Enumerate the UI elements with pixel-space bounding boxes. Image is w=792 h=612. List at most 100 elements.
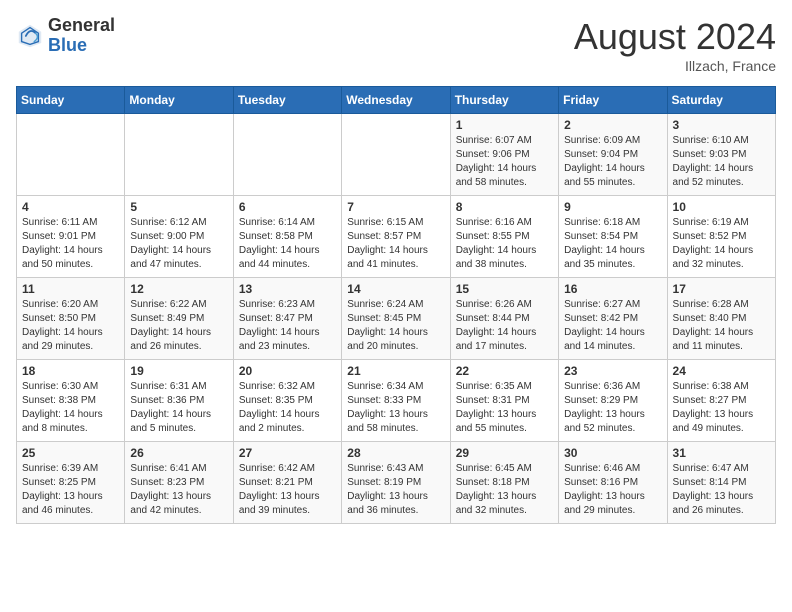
day-info: Sunrise: 6:24 AM Sunset: 8:45 PM Dayligh… — [347, 298, 444, 354]
day-info: Sunrise: 6:16 AM Sunset: 8:55 PM Dayligh… — [456, 216, 553, 272]
week-row-4: 18 Sunrise: 6:30 AM Sunset: 8:38 PM Dayli… — [17, 360, 776, 442]
logo-blue-text: Blue — [48, 36, 115, 56]
calendar-cell: 8Sunrise: 6:16 AM Sunset: 8:55 PM Daylig… — [450, 196, 558, 278]
calendar-cell: 30 Sunrise: 6:46 AM Sunset: 8:16 PM Dayli… — [559, 442, 667, 524]
day-info: Sunrise: 6:11 AM Sunset: 9:01 PM Dayligh… — [22, 216, 119, 272]
day-info: Sunrise: 6:34 AM Sunset: 8:33 PM Dayligh… — [347, 380, 444, 436]
month-title: August 2024 — [574, 16, 776, 58]
week-row-2: 4 Sunrise: 6:11 AM Sunset: 9:01 PM Daylig… — [17, 196, 776, 278]
day-number: 4 — [22, 200, 119, 214]
calendar-cell: 5 Sunrise: 6:12 AM Sunset: 9:00 PM Daylig… — [125, 196, 233, 278]
calendar-cell: 6Sunrise: 6:14 AM Sunset: 8:58 PM Daylig… — [233, 196, 341, 278]
day-number: 7 — [347, 200, 444, 214]
day-number: 17 — [673, 282, 770, 296]
day-number: 5 — [130, 200, 227, 214]
calendar-table: SundayMondayTuesdayWednesdayThursdayFrid… — [16, 86, 776, 524]
day-info: Sunrise: 6:45 AM Sunset: 8:18 PM Dayligh… — [456, 462, 553, 518]
day-number: 18 — [22, 364, 119, 378]
day-number: 23 — [564, 364, 661, 378]
calendar-cell: 7 Sunrise: 6:15 AM Sunset: 8:57 PM Daylig… — [342, 196, 450, 278]
day-info: Sunrise: 6:41 AM Sunset: 8:23 PM Dayligh… — [130, 462, 227, 518]
day-info: Sunrise: 6:32 AM Sunset: 8:35 PM Dayligh… — [239, 380, 336, 436]
day-number: 10 — [673, 200, 770, 214]
calendar-cell: 24 Sunrise: 6:38 AM Sunset: 8:27 PM Dayli… — [667, 360, 775, 442]
calendar-cell: 25 Sunrise: 6:39 AM Sunset: 8:25 PM Dayli… — [17, 442, 125, 524]
calendar-cell: 4 Sunrise: 6:11 AM Sunset: 9:01 PM Daylig… — [17, 196, 125, 278]
day-info: Sunrise: 6:46 AM Sunset: 8:16 PM Dayligh… — [564, 462, 661, 518]
day-number: 15 — [456, 282, 553, 296]
day-number: 12 — [130, 282, 227, 296]
page-header: General Blue August 2024 Illzach, France — [16, 16, 776, 74]
day-info: Sunrise: 6:09 AM Sunset: 9:04 PM Dayligh… — [564, 134, 661, 190]
calendar-cell: 20 Sunrise: 6:32 AM Sunset: 8:35 PM Dayli… — [233, 360, 341, 442]
day-info: Sunrise: 6:22 AM Sunset: 8:49 PM Dayligh… — [130, 298, 227, 354]
calendar-cell — [233, 114, 341, 196]
calendar-cell: 1 Sunrise: 6:07 AM Sunset: 9:06 PM Daylig… — [450, 114, 558, 196]
day-number: 30 — [564, 446, 661, 460]
week-row-1: 1 Sunrise: 6:07 AM Sunset: 9:06 PM Daylig… — [17, 114, 776, 196]
day-number: 14 — [347, 282, 444, 296]
day-number: 27 — [239, 446, 336, 460]
day-info: Sunrise: 6:38 AM Sunset: 8:27 PM Dayligh… — [673, 380, 770, 436]
day-info: Sunrise: 6:23 AM Sunset: 8:47 PM Dayligh… — [239, 298, 336, 354]
col-header-wednesday: Wednesday — [342, 87, 450, 114]
day-number: 19 — [130, 364, 227, 378]
day-info: Sunrise: 6:07 AM Sunset: 9:06 PM Dayligh… — [456, 134, 553, 190]
day-number: 25 — [22, 446, 119, 460]
day-info: Sunrise: 6:42 AM Sunset: 8:21 PM Dayligh… — [239, 462, 336, 518]
col-header-sunday: Sunday — [17, 87, 125, 114]
calendar-cell: 3Sunrise: 6:10 AM Sunset: 9:03 PM Daylig… — [667, 114, 775, 196]
calendar-cell: 12 Sunrise: 6:22 AM Sunset: 8:49 PM Dayli… — [125, 278, 233, 360]
col-header-thursday: Thursday — [450, 87, 558, 114]
day-number: 21 — [347, 364, 444, 378]
day-info: Sunrise: 6:14 AM Sunset: 8:58 PM Dayligh… — [239, 216, 336, 272]
day-info: Sunrise: 6:18 AM Sunset: 8:54 PM Dayligh… — [564, 216, 661, 272]
calendar-cell: 21 Sunrise: 6:34 AM Sunset: 8:33 PM Dayli… — [342, 360, 450, 442]
calendar-cell: 2 Sunrise: 6:09 AM Sunset: 9:04 PM Daylig… — [559, 114, 667, 196]
day-info: Sunrise: 6:35 AM Sunset: 8:31 PM Dayligh… — [456, 380, 553, 436]
day-info: Sunrise: 6:43 AM Sunset: 8:19 PM Dayligh… — [347, 462, 444, 518]
day-info: Sunrise: 6:31 AM Sunset: 8:36 PM Dayligh… — [130, 380, 227, 436]
calendar-cell: 11 Sunrise: 6:20 AM Sunset: 8:50 PM Dayli… — [17, 278, 125, 360]
day-info: Sunrise: 6:30 AM Sunset: 8:38 PM Dayligh… — [22, 380, 119, 436]
calendar-cell: 14 Sunrise: 6:24 AM Sunset: 8:45 PM Dayli… — [342, 278, 450, 360]
logo-general-text: General — [48, 16, 115, 36]
day-number: 3 — [673, 118, 770, 132]
week-row-3: 11 Sunrise: 6:20 AM Sunset: 8:50 PM Dayli… — [17, 278, 776, 360]
logo-text: General Blue — [48, 16, 115, 56]
day-number: 26 — [130, 446, 227, 460]
day-info: Sunrise: 6:12 AM Sunset: 9:00 PM Dayligh… — [130, 216, 227, 272]
day-number: 29 — [456, 446, 553, 460]
day-number: 11 — [22, 282, 119, 296]
calendar-cell — [342, 114, 450, 196]
location-subtitle: Illzach, France — [574, 58, 776, 74]
calendar-cell — [125, 114, 233, 196]
day-number: 13 — [239, 282, 336, 296]
calendar-cell: 28 Sunrise: 6:43 AM Sunset: 8:19 PM Dayli… — [342, 442, 450, 524]
day-number: 24 — [673, 364, 770, 378]
col-header-saturday: Saturday — [667, 87, 775, 114]
calendar-cell: 16Sunrise: 6:27 AM Sunset: 8:42 PM Dayli… — [559, 278, 667, 360]
day-info: Sunrise: 6:28 AM Sunset: 8:40 PM Dayligh… — [673, 298, 770, 354]
calendar-cell: 13 Sunrise: 6:23 AM Sunset: 8:47 PM Dayli… — [233, 278, 341, 360]
day-number: 1 — [456, 118, 553, 132]
day-number: 2 — [564, 118, 661, 132]
col-header-monday: Monday — [125, 87, 233, 114]
day-info: Sunrise: 6:15 AM Sunset: 8:57 PM Dayligh… — [347, 216, 444, 272]
col-header-tuesday: Tuesday — [233, 87, 341, 114]
day-number: 28 — [347, 446, 444, 460]
calendar-cell: 22 Sunrise: 6:35 AM Sunset: 8:31 PM Dayli… — [450, 360, 558, 442]
day-number: 9 — [564, 200, 661, 214]
day-number: 22 — [456, 364, 553, 378]
calendar-cell: 23Sunrise: 6:36 AM Sunset: 8:29 PM Dayli… — [559, 360, 667, 442]
calendar-cell: 19 Sunrise: 6:31 AM Sunset: 8:36 PM Dayli… — [125, 360, 233, 442]
day-info: Sunrise: 6:20 AM Sunset: 8:50 PM Dayligh… — [22, 298, 119, 354]
day-number: 20 — [239, 364, 336, 378]
day-info: Sunrise: 6:47 AM Sunset: 8:14 PM Dayligh… — [673, 462, 770, 518]
calendar-cell: 27 Sunrise: 6:42 AM Sunset: 8:21 PM Dayli… — [233, 442, 341, 524]
calendar-cell: 18 Sunrise: 6:30 AM Sunset: 8:38 PM Dayli… — [17, 360, 125, 442]
day-info: Sunrise: 6:39 AM Sunset: 8:25 PM Dayligh… — [22, 462, 119, 518]
header-row: SundayMondayTuesdayWednesdayThursdayFrid… — [17, 87, 776, 114]
col-header-friday: Friday — [559, 87, 667, 114]
calendar-cell: 10Sunrise: 6:19 AM Sunset: 8:52 PM Dayli… — [667, 196, 775, 278]
